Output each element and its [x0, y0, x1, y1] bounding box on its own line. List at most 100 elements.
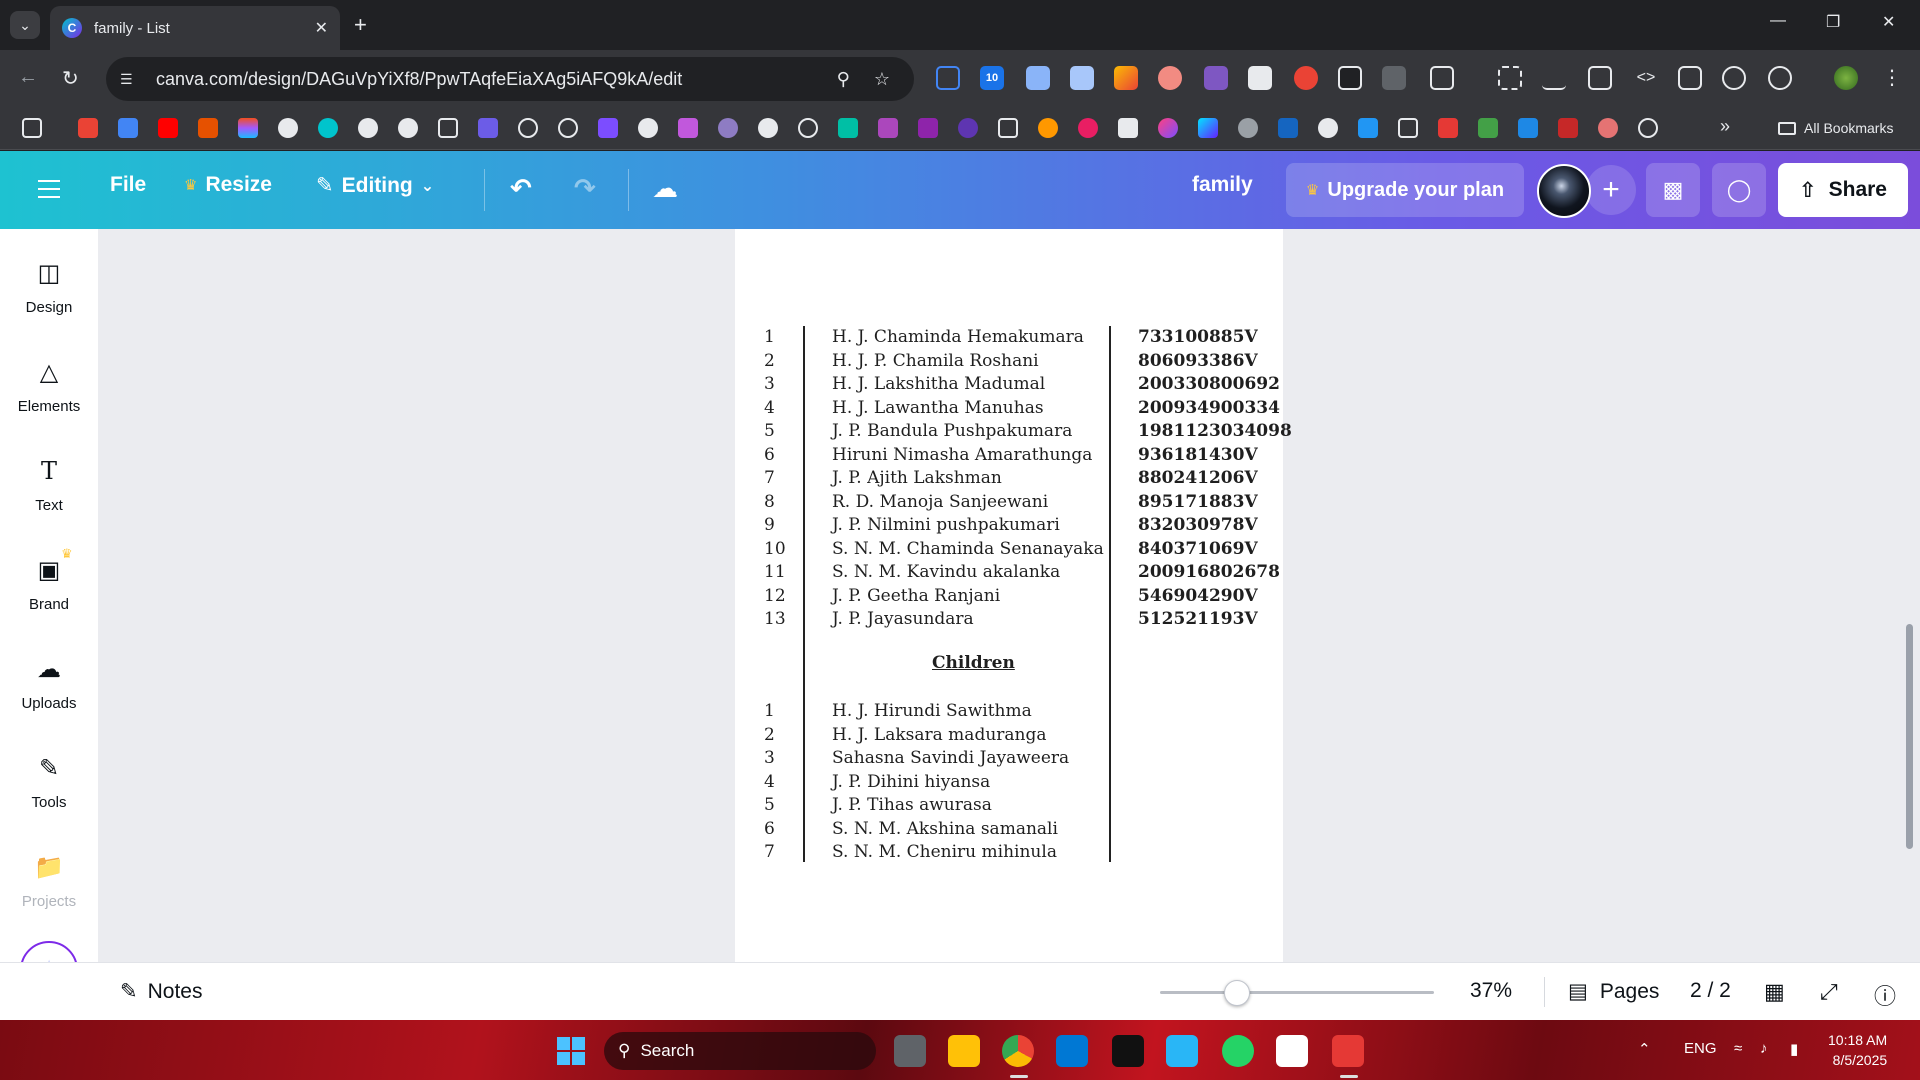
bookmark-check-icon[interactable]	[1278, 118, 1298, 138]
bookmark-gear-icon[interactable]	[758, 118, 778, 138]
translate-icon[interactable]	[118, 118, 138, 138]
bookmark-openai-icon[interactable]	[798, 118, 818, 138]
bookmark-ui-icon[interactable]	[1438, 118, 1458, 138]
editing-mode-button[interactable]: ✎ Editing ⌄	[316, 173, 434, 198]
wifi-icon[interactable]: ≈	[1734, 1040, 1742, 1057]
bookmark-atom-icon[interactable]	[1318, 118, 1338, 138]
design-title[interactable]: family	[1192, 173, 1253, 197]
zoom-slider-handle[interactable]	[1223, 980, 1250, 1006]
resize-button[interactable]: ♛ Resize	[184, 173, 272, 197]
bookmark-stripes-icon[interactable]	[1358, 118, 1378, 138]
add-collaborator-button[interactable]: +	[1586, 165, 1636, 215]
tab-search-button[interactable]: ⌄	[10, 11, 40, 39]
windows-start-icon[interactable]	[557, 1037, 585, 1065]
bookmark-gradient-icon[interactable]	[1158, 118, 1178, 138]
zoom-slider-track[interactable]	[1160, 991, 1434, 994]
all-bookmarks-button[interactable]: All Bookmarks	[1778, 120, 1893, 136]
bookmark-lines-icon[interactable]	[1118, 118, 1138, 138]
tray-overflow-icon[interactable]: ⌃	[1638, 1040, 1651, 1058]
sidebar-item-design[interactable]: ◫ Design	[0, 259, 98, 317]
redo-button[interactable]: ↷	[574, 173, 596, 204]
bookmark-red-icon[interactable]	[1558, 118, 1578, 138]
bookmark-flask-icon[interactable]	[678, 118, 698, 138]
extensions-puzzle-icon[interactable]	[1430, 66, 1454, 90]
extension-10-icon[interactable]: 10	[980, 66, 1004, 90]
vscode-icon[interactable]	[1056, 1035, 1088, 1067]
notes-button[interactable]: ✎ Notes	[120, 979, 202, 1004]
bookmark-square-icon[interactable]	[1198, 118, 1218, 138]
extension-cookie-icon[interactable]	[1158, 66, 1182, 90]
extension-hand-icon[interactable]	[1294, 66, 1318, 90]
bookmark-slash-icon[interactable]	[518, 118, 538, 138]
user-avatar[interactable]	[1537, 164, 1591, 218]
sidebar-item-uploads[interactable]: ☁ Uploads	[0, 655, 98, 713]
undo-button[interactable]: ↶	[510, 173, 532, 204]
bookmark-star-icon[interactable]: ☆	[874, 69, 890, 90]
chrome-icon[interactable]	[1002, 1035, 1034, 1067]
terminal-app-icon[interactable]	[1112, 1035, 1144, 1067]
bookmark-fire-icon[interactable]	[198, 118, 218, 138]
bookmark-pink-icon[interactable]	[1078, 118, 1098, 138]
file-menu-button[interactable]: File	[110, 173, 146, 197]
qr-code-icon[interactable]	[1498, 66, 1522, 90]
extension-notes-icon[interactable]	[1070, 66, 1094, 90]
youtube-icon[interactable]	[158, 118, 178, 138]
share-button[interactable]: ⇧ Share	[1778, 163, 1908, 217]
sidebar-item-text[interactable]: T Text	[0, 457, 98, 514]
bookmark-cup-icon[interactable]	[1598, 118, 1618, 138]
canvas-area[interactable]: Children 1 H. J. Chaminda Hemakumara 73310…	[98, 229, 1920, 962]
cloud-save-button[interactable]: ☁	[652, 173, 678, 204]
zoom-magnifier-icon[interactable]: ⚲	[837, 69, 850, 90]
bookmark-flag-icon[interactable]	[1518, 118, 1538, 138]
figma-icon[interactable]	[238, 118, 258, 138]
bookmark-shield-icon[interactable]	[958, 118, 978, 138]
address-bar[interactable]: ☰ canva.com/design/DAGuVpYiXf8/PpwTAqfeE…	[106, 57, 914, 101]
sidebar-item-elements[interactable]: △ Elements	[0, 358, 98, 416]
bookmark-circle-icon[interactable]	[1638, 118, 1658, 138]
insights-button[interactable]: ▩	[1646, 163, 1700, 217]
grid-view-icon[interactable]: ▦	[1764, 979, 1785, 1005]
extension-docs-icon[interactable]	[1026, 66, 1050, 90]
bookmark-brackets-icon[interactable]	[998, 118, 1018, 138]
wps-office-icon[interactable]	[1332, 1035, 1364, 1067]
comments-button[interactable]: ◯	[1712, 163, 1766, 217]
bookmark-spiral-icon[interactable]	[718, 118, 738, 138]
bookmark-orange-icon[interactable]	[1038, 118, 1058, 138]
link-icon[interactable]	[1542, 66, 1566, 90]
zoom-level[interactable]: 37%	[1470, 979, 1512, 1003]
battery-icon[interactable]: ▮	[1790, 1040, 1798, 1058]
new-tab-button[interactable]: +	[354, 12, 367, 38]
whatsapp-icon[interactable]	[1222, 1035, 1254, 1067]
fullscreen-icon[interactable]: ⤢	[1820, 979, 1838, 1005]
bookmark-green-icon[interactable]	[838, 118, 858, 138]
history-icon[interactable]	[1768, 66, 1792, 90]
bookmark-green-square-icon[interactable]	[1478, 118, 1498, 138]
language-indicator[interactable]: ENG	[1684, 1040, 1717, 1057]
canva-icon[interactable]	[318, 118, 338, 138]
sidebar-item-tools[interactable]: ✎ Tools	[0, 754, 98, 812]
window-close-icon[interactable]: ✕	[1882, 12, 1895, 32]
play-icon[interactable]	[558, 118, 578, 138]
file-explorer-icon[interactable]	[948, 1035, 980, 1067]
extension-translate-icon[interactable]	[936, 66, 960, 90]
password-key-icon[interactable]	[1722, 66, 1746, 90]
devices-icon[interactable]	[1588, 66, 1612, 90]
document-page[interactable]: Children 1 H. J. Chaminda Hemakumara 73310…	[735, 229, 1292, 962]
extension-hat-icon[interactable]	[1204, 66, 1228, 90]
bookmark-globe-icon[interactable]	[1238, 118, 1258, 138]
main-menu-icon[interactable]	[38, 180, 60, 198]
system-clock[interactable]: 10:18 AM 8/5/2025	[1828, 1030, 1887, 1070]
extension-lock-icon[interactable]	[1338, 66, 1362, 90]
bookmark-purple-icon[interactable]	[918, 118, 938, 138]
screenshot-icon[interactable]	[1678, 66, 1702, 90]
bookmark-triangle-icon[interactable]	[878, 118, 898, 138]
bookmarks-overflow-icon[interactable]: »	[1720, 116, 1730, 137]
pages-button[interactable]: ▤ Pages	[1568, 979, 1659, 1004]
extension-pen-icon[interactable]	[1114, 66, 1138, 90]
upgrade-plan-button[interactable]: ♛ Upgrade your plan	[1286, 163, 1524, 217]
github-icon[interactable]	[278, 118, 298, 138]
minimize-icon[interactable]: —	[1770, 12, 1786, 30]
sidebar-item-projects[interactable]: 📁 Projects	[0, 853, 98, 911]
volume-icon[interactable]: ♪	[1760, 1040, 1768, 1057]
code-icon[interactable]: <>	[1634, 66, 1658, 90]
